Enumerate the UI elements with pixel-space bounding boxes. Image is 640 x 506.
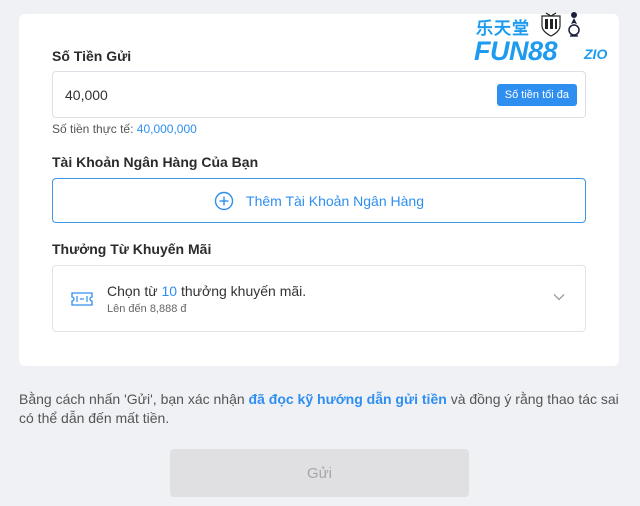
promo-label: Thưởng Từ Khuyến Mãi [52, 241, 212, 257]
chevron-down-icon[interactable] [553, 293, 565, 301]
notice-text-1: Bằng cách nhấn 'Gửi', bạn xác nhận [19, 391, 245, 407]
logo-tld: ZIO [584, 46, 608, 62]
add-bank-account-button[interactable]: Thêm Tài Khoản Ngân Hàng [52, 178, 586, 223]
deposit-notice: Bằng cách nhấn 'Gửi', bạn xác nhận đã đọ… [19, 390, 624, 428]
max-amount-button[interactable]: Số tiền tối đa [496, 84, 577, 106]
promo-prefix: Chọn từ [107, 283, 158, 299]
plus-circle-icon [214, 191, 234, 210]
tottenham-crest-icon [568, 12, 580, 37]
promo-count: 10 [161, 283, 178, 299]
newcastle-crest-icon [541, 12, 561, 37]
amount-field[interactable]: Số tiền tối đa [52, 71, 586, 118]
promo-select-text: Chọn từ 10 thưởng khuyến mãi. [107, 283, 306, 299]
submit-button[interactable]: Gửi [170, 449, 469, 497]
amount-label: Số Tiền Gửi [52, 48, 132, 64]
add-bank-account-label: Thêm Tài Khoản Ngân Hàng [246, 192, 424, 209]
actual-amount-value: 40,000,000 [136, 122, 197, 136]
actual-amount-label: Số tiền thực tế: [52, 122, 134, 136]
fun88-logo: 乐天堂 FUN88 ZIO [470, 10, 630, 70]
logo-brand: FUN88 [474, 36, 558, 66]
promo-select[interactable]: Chọn từ 10 thưởng khuyến mãi. Lên đến 8,… [52, 265, 586, 332]
promo-subtext: Lên đến 8,888 đ [107, 303, 187, 315]
promo-suffix: thưởng khuyến mãi. [180, 283, 307, 299]
actual-amount: Số tiền thực tế: 40,000,000 [52, 122, 197, 136]
deposit-guide-link[interactable]: đã đọc kỹ hướng dẫn gửi tiền [249, 391, 447, 407]
bank-label: Tài Khoản Ngân Hàng Của Bạn [52, 154, 259, 170]
amount-input[interactable] [65, 72, 465, 117]
ticket-icon [71, 292, 93, 306]
